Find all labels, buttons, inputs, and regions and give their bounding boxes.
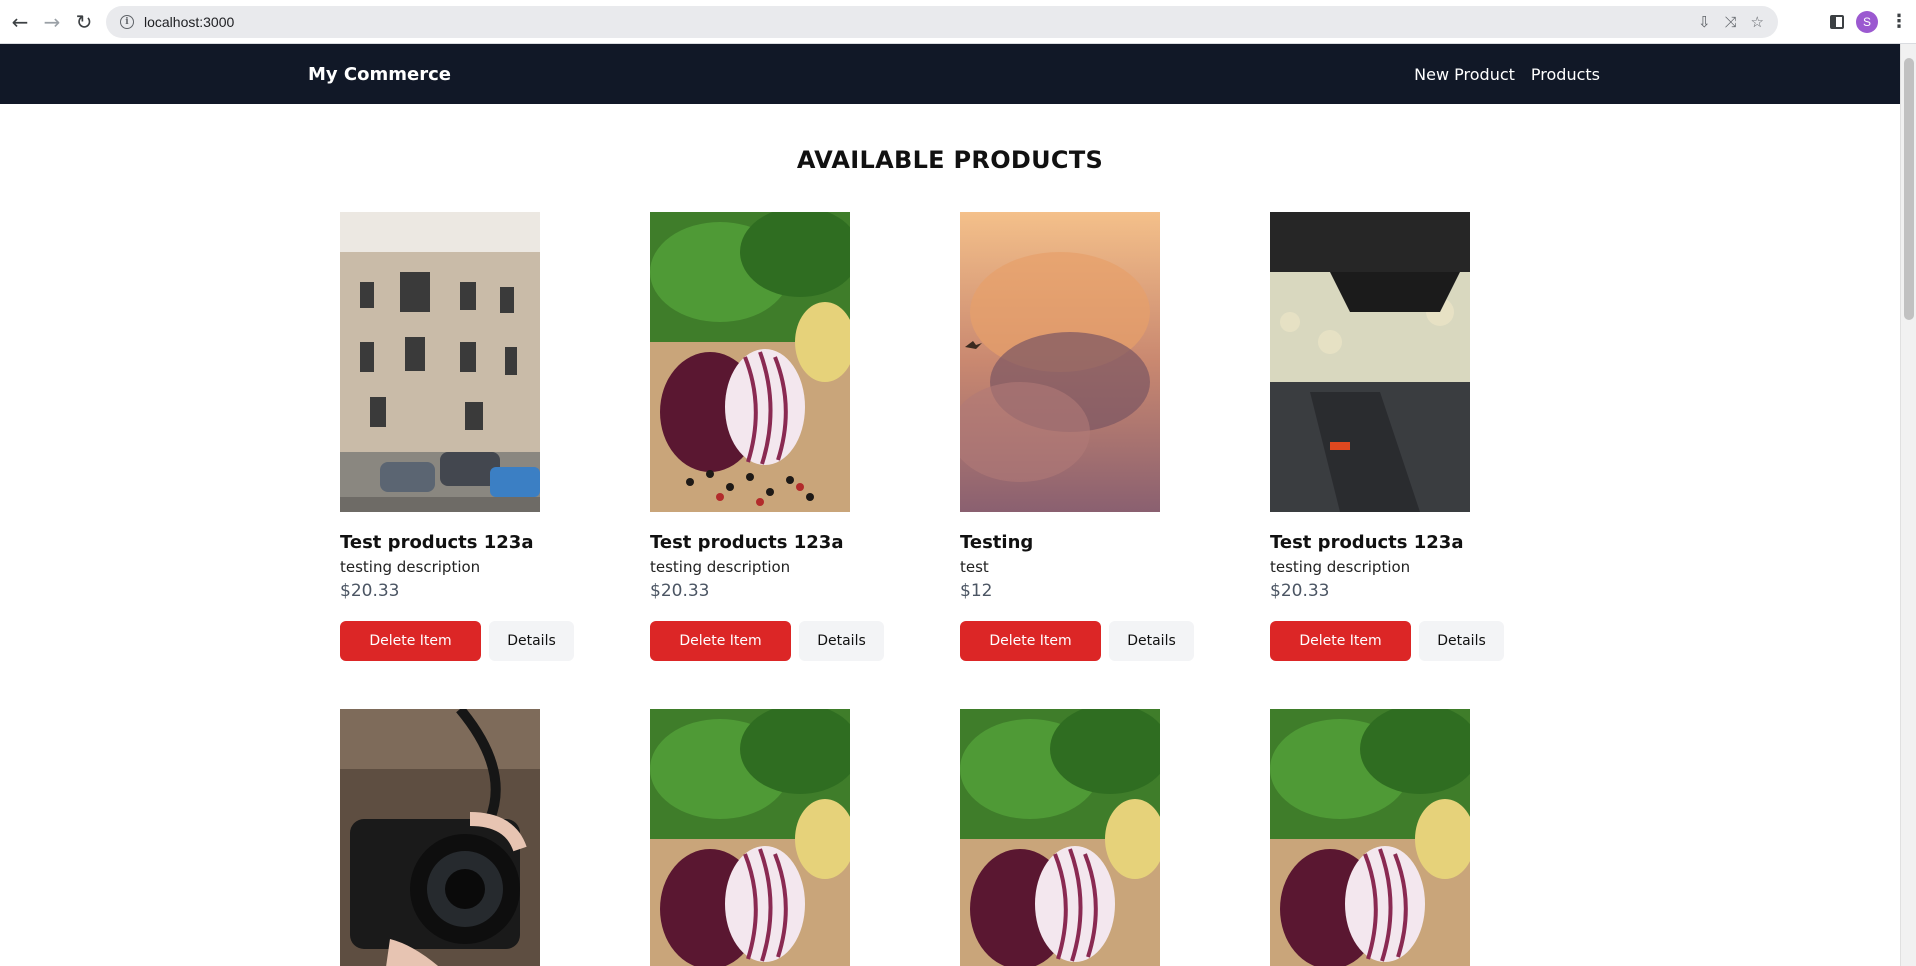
details-button[interactable]: Details [1419,621,1504,661]
product-price: $20.33 [650,581,710,601]
product-card: Test products 123a testing description $20… [340,212,650,661]
share-icon[interactable]: ⤨ [1725,13,1737,31]
product-description: test [960,558,989,576]
product-image [1270,212,1470,512]
nav-products[interactable]: Products [1531,65,1600,84]
site-info-icon[interactable]: i [120,15,134,29]
product-actions: Delete Item Details [650,621,960,661]
product-actions: Delete Item Details [1270,621,1580,661]
product-title: Testing [960,532,1034,553]
brand-logo[interactable]: My Commerce [308,64,451,85]
product-image [960,212,1160,512]
address-bar[interactable]: i localhost:3000 ⇩ ⤨ ☆ [106,6,1778,38]
page: My Commerce New Product Products AVAILAB… [0,44,1900,966]
product-description: testing description [1270,558,1411,576]
product-title: Test products 123a [650,532,844,553]
product-image [1270,709,1470,966]
product-card [960,709,1270,966]
product-grid: Test products 123a testing description $20… [340,212,1580,966]
product-card: Test products 123a testing description $20… [1270,212,1580,661]
product-description: testing description [340,558,481,576]
product-price: $12 [960,581,993,601]
profile-avatar[interactable]: S [1856,11,1878,33]
delete-item-button[interactable]: Delete Item [960,621,1101,661]
url-text[interactable]: localhost:3000 [144,14,234,30]
forward-icon[interactable]: → [36,6,68,38]
product-description: testing description [650,558,791,576]
install-icon[interactable]: ⇩ [1698,13,1711,31]
product-card [340,709,650,966]
product-card [1270,709,1580,966]
product-card: Test products 123a testing description $20… [650,212,960,661]
page-title: AVAILABLE PRODUCTS [796,146,1104,174]
product-card: Testing test $12 Delete Item Details [960,212,1270,661]
side-panel-icon[interactable] [1830,15,1844,29]
delete-item-button[interactable]: Delete Item [1270,621,1411,661]
product-image [960,709,1160,966]
product-image [650,212,850,512]
reload-icon[interactable]: ↻ [68,6,100,38]
delete-item-button[interactable]: Delete Item [340,621,481,661]
product-actions: Delete Item Details [960,621,1270,661]
menu-icon[interactable]: ⋮ [1890,13,1908,31]
browser-toolbar: ← → ↻ i localhost:3000 ⇩ ⤨ ☆ S ⋮ [0,0,1916,44]
product-image [650,709,850,966]
scrollbar-thumb[interactable] [1904,58,1914,320]
product-title: Test products 123a [340,532,534,553]
product-image [340,709,540,966]
nav-new-product[interactable]: New Product [1414,65,1515,84]
star-icon[interactable]: ☆ [1751,13,1764,31]
back-icon[interactable]: ← [4,6,36,38]
nav-links: New Product Products [1414,65,1600,84]
product-title: Test products 123a [1270,532,1464,553]
product-image [340,212,540,512]
delete-item-button[interactable]: Delete Item [650,621,791,661]
details-button[interactable]: Details [489,621,574,661]
navbar: My Commerce New Product Products [0,44,1900,104]
scrollbar[interactable] [1900,44,1916,966]
product-price: $20.33 [1270,581,1330,601]
details-button[interactable]: Details [1109,621,1194,661]
details-button[interactable]: Details [799,621,884,661]
product-price: $20.33 [340,581,400,601]
product-card [650,709,960,966]
product-actions: Delete Item Details [340,621,650,661]
